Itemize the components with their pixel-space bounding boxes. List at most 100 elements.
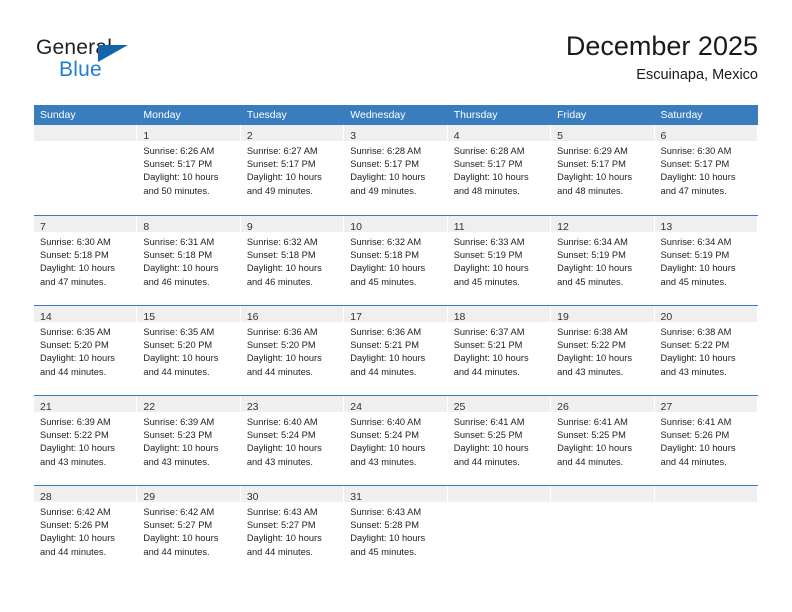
daylight-duration-line2: and 43 minutes.	[143, 456, 210, 467]
day-number-band: 22	[137, 396, 240, 413]
day-number: 21	[40, 401, 52, 413]
day-number: 29	[143, 491, 156, 503]
title-block: December 2025 Escuinapa, Mexico	[566, 30, 758, 86]
day-details: Sunrise: 6:28 AM Sunset: 5:17 PM Daylight:…	[344, 141, 446, 198]
sunrise-time: Sunrise: 6:38 AM	[660, 327, 732, 337]
daylight-duration-line1: Daylight: 10 hours	[350, 353, 426, 364]
day-number-band: 2	[240, 125, 344, 142]
weekday-header-saturday: Saturday	[660, 109, 703, 121]
day-number-band: 25	[447, 396, 551, 413]
sunrise-time: Sunrise: 6:31 AM	[143, 237, 215, 247]
sunrise-time: Sunrise: 6:33 AM	[453, 237, 525, 247]
sunrise-time: Sunrise: 6:42 AM	[40, 507, 111, 517]
calendar-day-cell[interactable]: 13 Sunrise: 6:34 AM Sunset: 5:19 PM Dayligh…	[654, 216, 758, 305]
day-number-band: 9	[240, 216, 344, 233]
day-number-band: 29	[137, 486, 240, 503]
sunset-time: Sunset: 5:20 PM	[246, 340, 316, 351]
day-number-band: 3	[344, 125, 447, 142]
day-details	[655, 502, 757, 506]
day-number: 11	[453, 221, 465, 233]
day-number: 20	[660, 311, 673, 323]
calendar-day-cell[interactable]: 11 Sunrise: 6:33 AM Sunset: 5:19 PM Dayligh…	[447, 216, 552, 305]
sunset-time: Sunset: 5:22 PM	[660, 340, 730, 351]
calendar-day-cell[interactable]: 26 Sunrise: 6:41 AM Sunset: 5:25 PM Dayligh…	[551, 396, 655, 485]
daylight-duration-line1: Daylight: 10 hours	[246, 172, 322, 183]
sunset-time: Sunset: 5:21 PM	[350, 340, 419, 351]
calendar-grid: Sunday Monday Tuesday Wednesday Thursday…	[34, 105, 758, 575]
daylight-duration-line1: Daylight: 10 hours	[453, 443, 529, 454]
calendar-day-cell[interactable]: 5 Sunrise: 6:29 AM Sunset: 5:17 PM Daylight…	[551, 125, 655, 215]
calendar-day-cell[interactable]: 29 Sunrise: 6:42 AM Sunset: 5:27 PM Dayligh…	[137, 486, 241, 575]
day-details: Sunrise: 6:35 AM Sunset: 5:20 PM Daylight:…	[34, 322, 136, 379]
calendar-day-cell[interactable]: 25 Sunrise: 6:41 AM Sunset: 5:25 PM Dayligh…	[447, 396, 552, 485]
day-number-band: 30	[240, 486, 344, 503]
day-details: Sunrise: 6:39 AM Sunset: 5:23 PM Daylight:…	[137, 412, 239, 469]
sunset-time: Sunset: 5:23 PM	[143, 430, 213, 441]
day-details: Sunrise: 6:43 AM Sunset: 5:28 PM Daylight:…	[344, 502, 446, 559]
calendar-day-cell[interactable]: 6 Sunrise: 6:30 AM Sunset: 5:17 PM Daylight…	[654, 125, 758, 215]
calendar-day-cell[interactable]: 18 Sunrise: 6:37 AM Sunset: 5:21 PM Dayligh…	[447, 306, 552, 395]
day-number-band: 14	[34, 306, 137, 323]
daylight-duration-line2: and 44 minutes.	[453, 456, 520, 467]
calendar-day-cell[interactable]: 4 Sunrise: 6:28 AM Sunset: 5:17 PM Daylight…	[447, 125, 552, 215]
day-details	[34, 141, 136, 145]
calendar-day-cell[interactable]: 20 Sunrise: 6:38 AM Sunset: 5:22 PM Dayligh…	[654, 306, 758, 395]
calendar-day-cell[interactable]: 15 Sunrise: 6:35 AM Sunset: 5:20 PM Dayligh…	[137, 306, 241, 395]
sunrise-time: Sunrise: 6:38 AM	[557, 327, 628, 337]
sunset-time: Sunset: 5:17 PM	[143, 159, 213, 170]
calendar-day-cell[interactable]: 28 Sunrise: 6:42 AM Sunset: 5:26 PM Dayligh…	[34, 486, 138, 575]
sunset-time: Sunset: 5:20 PM	[143, 340, 213, 351]
calendar-day-cell[interactable]: 23 Sunrise: 6:40 AM Sunset: 5:24 PM Dayligh…	[240, 396, 345, 485]
daylight-duration-line2: and 44 minutes.	[143, 366, 210, 377]
daylight-duration-line2: and 46 minutes.	[143, 276, 210, 287]
daylight-duration-line2: and 44 minutes.	[660, 456, 727, 467]
calendar-day-cell[interactable]: 8 Sunrise: 6:31 AM Sunset: 5:18 PM Daylight…	[137, 216, 241, 305]
day-details: Sunrise: 6:40 AM Sunset: 5:24 PM Daylight:…	[241, 412, 343, 469]
day-number: 30	[246, 491, 259, 503]
calendar-day-cell-empty	[551, 486, 655, 575]
sunrise-time: Sunrise: 6:37 AM	[453, 327, 525, 337]
sunrise-time: Sunrise: 6:35 AM	[143, 327, 215, 337]
calendar-day-cell[interactable]: 3 Sunrise: 6:28 AM Sunset: 5:17 PM Daylight…	[344, 125, 448, 215]
day-number-band: 5	[551, 125, 654, 142]
daylight-duration-line1: Daylight: 10 hours	[40, 443, 115, 454]
calendar-day-cell[interactable]: 2 Sunrise: 6:27 AM Sunset: 5:17 PM Daylight…	[240, 125, 345, 215]
day-details: Sunrise: 6:33 AM Sunset: 5:19 PM Daylight:…	[448, 232, 550, 289]
calendar-day-cell[interactable]: 10 Sunrise: 6:32 AM Sunset: 5:18 PM Dayligh…	[344, 216, 448, 305]
day-number: 8	[143, 221, 150, 233]
day-details: Sunrise: 6:36 AM Sunset: 5:21 PM Daylight:…	[344, 322, 446, 379]
daylight-duration-line2: and 43 minutes.	[246, 456, 313, 467]
calendar-day-cell[interactable]: 24 Sunrise: 6:40 AM Sunset: 5:24 PM Dayligh…	[344, 396, 448, 485]
calendar-day-cell[interactable]: 31 Sunrise: 6:43 AM Sunset: 5:28 PM Dayligh…	[344, 486, 448, 575]
daylight-duration-line1: Daylight: 10 hours	[143, 353, 219, 364]
calendar-day-cell[interactable]: 14 Sunrise: 6:35 AM Sunset: 5:20 PM Dayligh…	[34, 306, 138, 395]
daylight-duration-line1: Daylight: 10 hours	[557, 172, 633, 183]
day-number: 14	[40, 311, 52, 323]
day-number: 6	[660, 130, 667, 142]
calendar-day-cell-empty	[447, 486, 552, 575]
day-number: 13	[660, 221, 673, 233]
calendar-day-cell[interactable]: 12 Sunrise: 6:34 AM Sunset: 5:19 PM Dayligh…	[551, 216, 655, 305]
calendar-day-cell[interactable]: 1 Sunrise: 6:26 AM Sunset: 5:17 PM Daylight…	[137, 125, 241, 215]
calendar-day-cell[interactable]: 9 Sunrise: 6:32 AM Sunset: 5:18 PM Daylight…	[240, 216, 345, 305]
day-number: 2	[246, 130, 253, 142]
calendar-day-cell[interactable]: 7 Sunrise: 6:30 AM Sunset: 5:18 PM Daylight…	[34, 216, 138, 305]
sunrise-time: Sunrise: 6:41 AM	[453, 417, 525, 427]
day-number: 4	[453, 130, 460, 142]
day-number: 31	[350, 491, 362, 503]
calendar-day-cell[interactable]: 19 Sunrise: 6:38 AM Sunset: 5:22 PM Dayligh…	[551, 306, 655, 395]
day-number-band: 16	[240, 306, 344, 323]
daylight-duration-line1: Daylight: 10 hours	[557, 353, 633, 364]
sunrise-time: Sunrise: 6:43 AM	[350, 507, 422, 517]
calendar-day-cell[interactable]: 16 Sunrise: 6:36 AM Sunset: 5:20 PM Dayligh…	[240, 306, 345, 395]
day-number: 17	[350, 311, 362, 323]
day-details: Sunrise: 6:43 AM Sunset: 5:27 PM Daylight:…	[241, 502, 343, 559]
day-details: Sunrise: 6:31 AM Sunset: 5:18 PM Daylight:…	[137, 232, 239, 289]
calendar-day-cell[interactable]: 22 Sunrise: 6:39 AM Sunset: 5:23 PM Dayligh…	[137, 396, 241, 485]
calendar-day-cell[interactable]: 17 Sunrise: 6:36 AM Sunset: 5:21 PM Dayligh…	[344, 306, 448, 395]
sunrise-time: Sunrise: 6:41 AM	[557, 417, 628, 427]
day-number: 7	[40, 221, 46, 233]
calendar-day-cell[interactable]: 21 Sunrise: 6:39 AM Sunset: 5:22 PM Dayligh…	[34, 396, 138, 485]
calendar-day-cell[interactable]: 27 Sunrise: 6:41 AM Sunset: 5:26 PM Dayligh…	[654, 396, 758, 485]
calendar-day-cell[interactable]: 30 Sunrise: 6:43 AM Sunset: 5:27 PM Dayligh…	[240, 486, 345, 575]
